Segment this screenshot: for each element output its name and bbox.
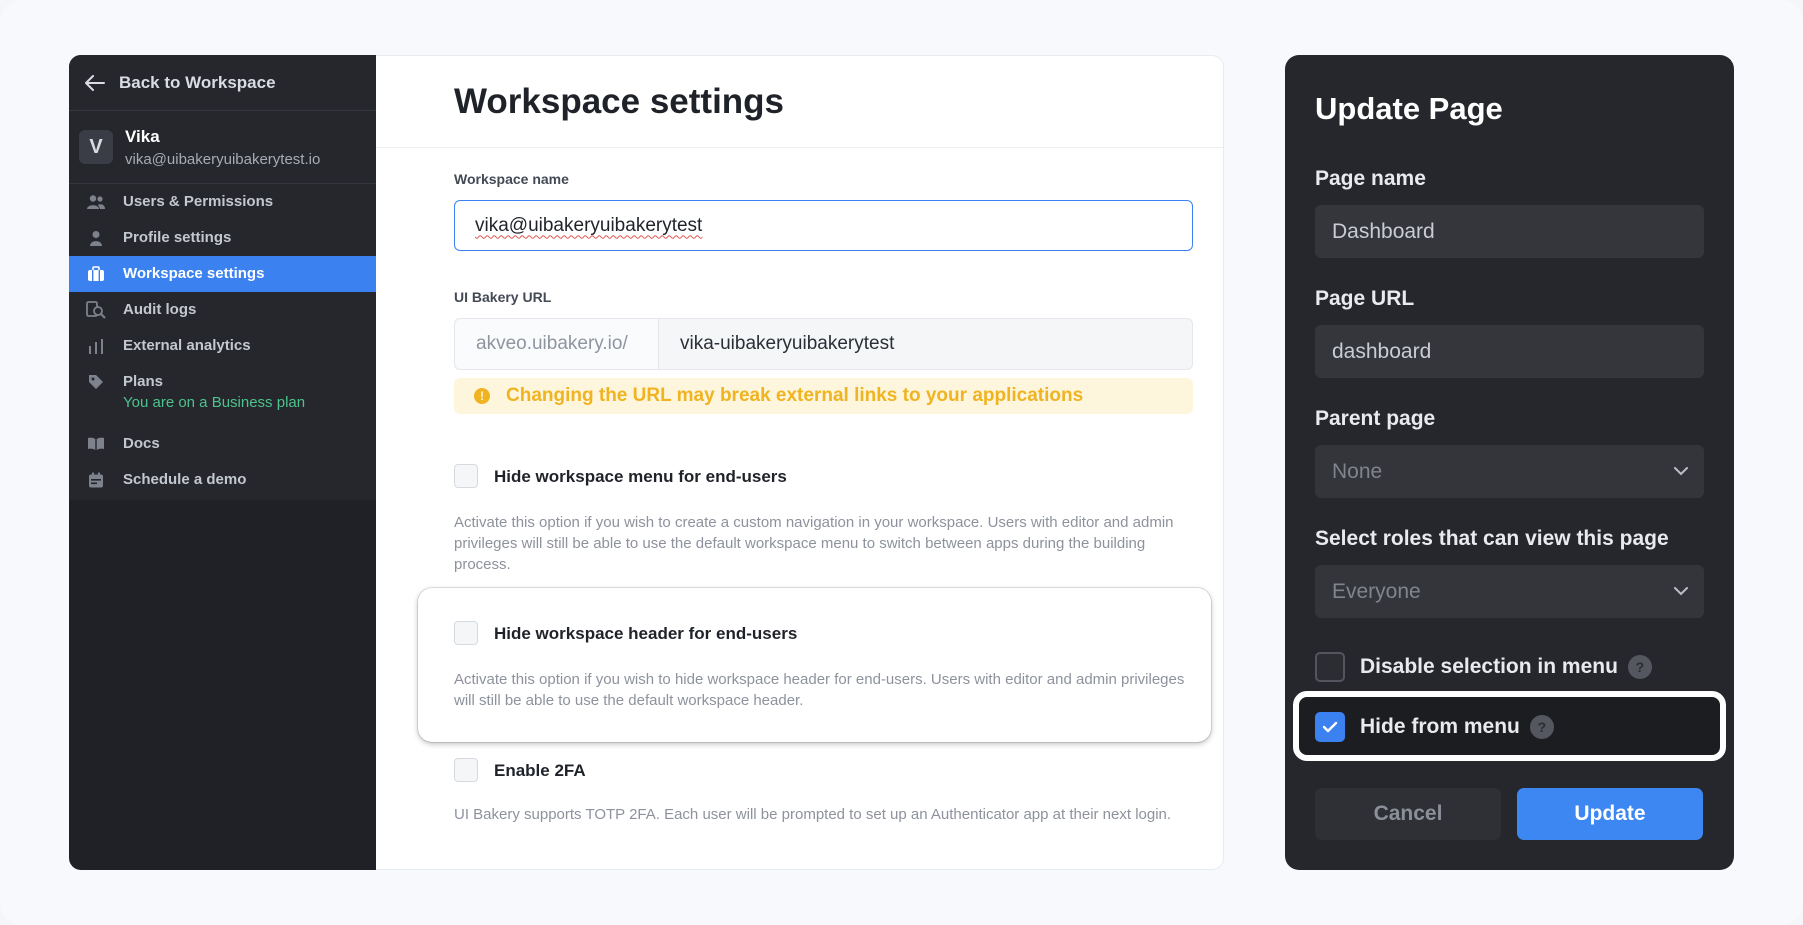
help-icon[interactable]: ? [1627,655,1652,679]
disable-selection-row: Disable selection in menu ? [1315,652,1652,682]
sidebar-item-label: Docs [123,435,160,452]
url-prefix: akveo.uibakery.io/ [455,319,659,369]
disable-selection-checkbox[interactable] [1315,652,1345,682]
page-url-input[interactable]: dashboard [1315,325,1704,378]
workspace-settings-main: Workspace settings Workspace name vika@u… [376,55,1224,870]
panel-title: Update Page [1315,91,1503,126]
url-input[interactable]: vika-uibakeryuibakerytest [659,319,1192,369]
sidebar-nav: Users & Permissions Profile settings Wor… [69,184,376,500]
sidebar-item-profile-settings[interactable]: Profile settings [69,220,376,256]
main-header: Workspace settings [376,56,1223,148]
chevron-down-icon [1674,587,1688,596]
url-warning-text: Changing the URL may break external link… [506,385,1084,406]
sidebar-item-label: External analytics [123,337,251,354]
info-icon: ! [474,388,490,404]
parent-page-label: Parent page [1315,407,1436,430]
sidebar-item-label: Schedule a demo [123,471,247,488]
url-field: akveo.uibakery.io/ vika-uibakeryuibakery… [454,318,1193,370]
tag-icon [86,364,106,400]
arrow-left-icon [85,74,105,91]
enable-2fa-desc: UI Bakery supports TOTP 2FA. Each user w… [454,806,1172,823]
workspace-name-label: Workspace name [454,171,569,187]
page-name-input[interactable]: Dashboard [1315,205,1704,258]
sidebar-item-external-analytics[interactable]: External analytics [69,328,376,364]
settings-sidebar: Back to Workspace V Vika vika@uibakeryui… [69,55,376,870]
sidebar-item-schedule-demo[interactable]: Schedule a demo [69,462,376,498]
hide-menu-checkbox[interactable] [454,464,478,488]
book-icon [86,426,106,462]
workspace-name-input[interactable]: vika@uibakeryuibakerytest [454,200,1193,251]
parent-page-value: None [1332,459,1383,483]
plan-status: You are on a Business plan [123,394,306,411]
avatar: V [79,130,113,164]
hide-header-option-card [418,588,1211,742]
help-icon[interactable]: ? [1529,715,1554,739]
check-icon [1322,721,1338,733]
page-title: Workspace settings [454,81,785,121]
hide-header-title: Hide workspace header for end-users [494,624,798,643]
audit-search-icon [86,292,106,328]
roles-label: Select roles that can view this page [1315,527,1669,550]
user-name: Vika [125,126,160,146]
enable-2fa-checkbox[interactable] [454,758,478,782]
sidebar-item-label: Workspace settings [123,265,265,282]
hide-menu-title: Hide workspace menu for end-users [494,467,787,486]
hide-from-menu-checkbox[interactable] [1315,712,1345,742]
roles-select[interactable]: Everyone [1315,565,1704,618]
back-label: Back to Workspace [119,72,276,92]
roles-value: Everyone [1332,579,1421,603]
hide-header-checkbox[interactable] [454,621,478,645]
hide-from-menu-row: Hide from menu ? [1315,712,1554,742]
page-url-label: Page URL [1315,287,1415,310]
person-icon [86,220,106,256]
bar-chart-icon [86,328,106,364]
url-warning-banner: ! Changing the URL may break external li… [454,378,1193,414]
page-name-label: Page name [1315,167,1426,190]
update-button[interactable]: Update [1517,788,1703,840]
hide-menu-desc: Activate this option if you wish to crea… [454,514,1174,573]
disable-selection-label: Disable selection in menu [1360,655,1618,678]
sidebar-item-plans[interactable]: Plans You are on a Business plan [69,364,376,426]
sidebar-item-label: Users & Permissions [123,193,274,210]
parent-page-select[interactable]: None [1315,445,1704,498]
user-card: V Vika vika@uibakeryuibakerytest.io [69,111,376,184]
sidebar-item-workspace-settings[interactable]: Workspace settings [69,256,376,292]
user-email: vika@uibakeryuibakerytest.io [125,150,321,168]
cancel-button[interactable]: Cancel [1315,788,1501,840]
calendar-icon [86,462,106,498]
back-to-workspace-link[interactable]: Back to Workspace [69,55,376,111]
url-label: UI Bakery URL [454,289,552,305]
sidebar-item-label: Profile settings [123,229,232,246]
users-icon [86,184,106,220]
briefcase-icon [86,256,106,292]
sidebar-item-docs[interactable]: Docs [69,426,376,462]
hide-header-desc: Activate this option if you wish to hide… [454,671,1185,709]
enable-2fa-title: Enable 2FA [494,761,586,780]
sidebar-item-audit-logs[interactable]: Audit logs [69,292,376,328]
sidebar-item-users-permissions[interactable]: Users & Permissions [69,184,376,220]
chevron-down-icon [1674,467,1688,476]
sidebar-item-label: Audit logs [123,301,197,318]
hide-from-menu-label: Hide from menu [1360,715,1520,738]
